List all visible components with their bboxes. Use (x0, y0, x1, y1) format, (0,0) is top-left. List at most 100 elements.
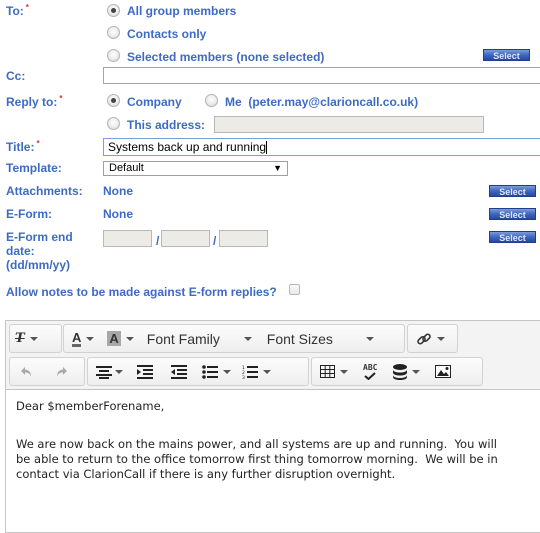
to-contacts-only-radio[interactable] (107, 26, 120, 39)
eform-end-date-label: E-Form end date: (dd/mm/yy) (6, 230, 73, 272)
rich-text-editor: T A A Font Family Font Sizes 1 2 3 ABC D… (5, 320, 540, 533)
attachments-value: None (103, 184, 133, 198)
select-eform-button[interactable]: Select (489, 208, 536, 220)
database-button[interactable] (387, 358, 425, 385)
font-family-dropdown[interactable]: Font Family (139, 325, 257, 352)
reply-to-me-label[interactable]: Me (peter.may@clarioncall.co.uk) (225, 95, 418, 109)
chevron-down-icon (412, 369, 421, 374)
bullet-list-icon (202, 364, 218, 379)
chevron-down-icon (29, 336, 38, 341)
toolbar-group-insert: ABC (311, 357, 483, 386)
template-label: Template: (6, 161, 62, 175)
reply-to-company-radio[interactable] (107, 94, 120, 107)
toolbar-group-paragraph: 1 2 3 (87, 357, 309, 386)
cc-input[interactable] (103, 67, 540, 84)
chevron-down-icon (223, 369, 231, 374)
editor-content[interactable]: Dear $memberForename, We are now back on… (16, 399, 526, 482)
redo-icon (57, 366, 67, 377)
allow-notes-label: Allow notes to be made against E-form re… (6, 285, 277, 299)
chevron-down-icon (115, 369, 123, 374)
undo-button[interactable] (10, 358, 44, 385)
title-label: Title: * (6, 139, 40, 154)
dropdown-arrow-icon: ▼ (273, 163, 282, 173)
bullet-list-button[interactable] (196, 358, 236, 385)
eform-end-year-input[interactable] (219, 230, 268, 247)
chevron-down-icon (340, 369, 348, 374)
undo-icon (21, 366, 31, 377)
outdent-button[interactable] (162, 358, 196, 385)
cc-label: Cc: (6, 69, 26, 83)
template-selected-value: Default (109, 162, 144, 174)
chevron-down-icon (243, 336, 252, 341)
eform-end-date-label-line2: date: (6, 244, 35, 258)
indent-icon (137, 364, 153, 379)
text-cursor (266, 141, 268, 155)
link-button[interactable] (408, 325, 450, 352)
allow-notes-checkbox[interactable] (289, 284, 300, 295)
image-icon (435, 365, 452, 378)
editor-body: We are now back on the mains power, and … (16, 437, 502, 481)
spellcheck-icon: ABC (363, 362, 378, 380)
chevron-down-icon (437, 336, 445, 341)
font-sizes-label: Font Sizes (266, 330, 333, 347)
editor-blank-line (16, 414, 526, 429)
outdent-icon (171, 364, 187, 379)
chevron-down-icon (125, 336, 134, 341)
numbered-list-icon: 1 2 3 (242, 365, 258, 379)
eform-end-date-label-line3: (dd/mm/yy) (6, 258, 71, 272)
reply-to-company-label[interactable]: Company (127, 95, 182, 109)
background-color-icon: A (107, 331, 121, 346)
table-button[interactable] (312, 358, 353, 385)
required-mark: * (36, 139, 40, 148)
numbered-list-button[interactable]: 1 2 3 (236, 358, 276, 385)
reply-to-address-label[interactable]: This address: (127, 118, 205, 132)
clear-formatting-button[interactable]: T (10, 325, 43, 352)
background-color-button[interactable]: A (99, 325, 138, 352)
required-mark: * (59, 94, 63, 103)
date-separator: / (213, 234, 217, 248)
template-select[interactable]: Default ▼ (103, 161, 288, 176)
chevron-down-icon (86, 336, 95, 341)
select-attachments-button[interactable]: Select (489, 185, 536, 197)
to-selected-members-radio[interactable] (107, 49, 120, 62)
editor-greeting: Dear $memberForename, (16, 399, 165, 413)
database-icon (393, 363, 408, 380)
spellcheck-button[interactable]: ABC (353, 358, 387, 385)
select-members-button[interactable]: Select (483, 49, 530, 61)
eform-end-date-label-line1: E-Form end (6, 230, 73, 244)
text-color-icon: A (72, 329, 82, 347)
to-all-members-radio[interactable] (107, 4, 120, 17)
spellcheck-abc-text: ABC (363, 362, 378, 372)
table-icon (320, 365, 335, 378)
clear-formatting-icon: T (15, 331, 25, 346)
editor-toolbar: T A A Font Family Font Sizes 1 2 3 ABC (6, 321, 540, 390)
redo-button[interactable] (44, 358, 78, 385)
reply-to-address-input[interactable] (214, 116, 484, 133)
link-icon (417, 332, 431, 345)
align-button[interactable] (88, 358, 128, 385)
to-selected-members-label[interactable]: Selected members (none selected) (127, 50, 324, 64)
svg-text:3: 3 (242, 375, 245, 379)
reply-to-address-radio[interactable] (107, 117, 120, 130)
eform-end-day-input[interactable] (103, 230, 152, 247)
image-button[interactable] (425, 358, 461, 385)
reply-to-me-radio[interactable] (205, 94, 218, 107)
eform-label: E-Form: (6, 207, 52, 221)
attachments-label: Attachments: (6, 184, 83, 198)
align-icon (96, 365, 112, 379)
checkmark-icon (364, 371, 376, 380)
font-sizes-dropdown[interactable]: Font Sizes (257, 325, 379, 352)
title-input[interactable]: Systems back up and running (103, 138, 540, 156)
to-contacts-only-label[interactable]: Contacts only (127, 27, 206, 41)
toolbar-group-font: A A Font Family Font Sizes (63, 324, 405, 353)
title-input-value: Systems back up and running (108, 140, 267, 154)
text-color-button[interactable]: A (64, 325, 99, 352)
toolbar-group-link (407, 324, 458, 353)
to-all-members-label[interactable]: All group members (127, 4, 236, 18)
chevron-down-icon (365, 336, 374, 341)
font-family-label: Font Family (146, 330, 220, 347)
eform-end-month-input[interactable] (161, 230, 210, 247)
select-end-date-button[interactable]: Select (489, 231, 536, 243)
toolbar-group-format: T (9, 324, 62, 353)
indent-button[interactable] (128, 358, 162, 385)
